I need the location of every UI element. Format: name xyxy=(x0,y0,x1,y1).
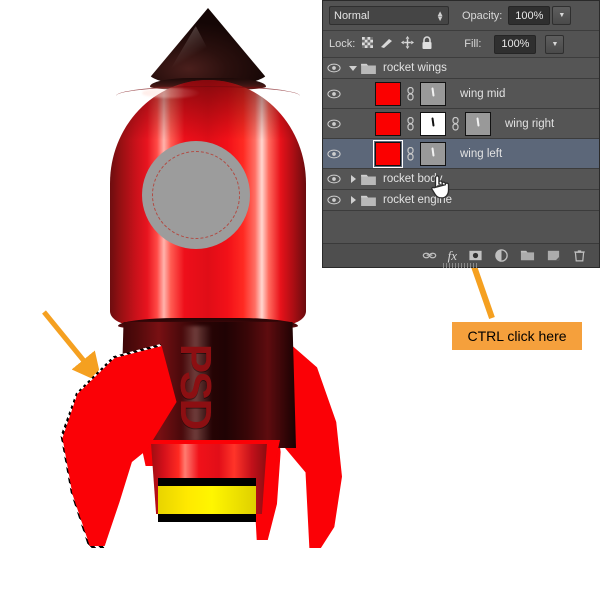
layer-row-wing-mid[interactable]: wing mid xyxy=(323,79,599,109)
lock-all-icon[interactable] xyxy=(421,36,433,53)
layer-row-rocket-body[interactable]: rocket body xyxy=(323,169,599,190)
layer-name-rocket-wings: rocket wings xyxy=(383,62,447,74)
link-mask-icon[interactable] xyxy=(450,117,461,131)
delete-layer-icon[interactable] xyxy=(572,248,587,263)
callout-text: CTRL click here xyxy=(467,328,566,344)
eye-icon xyxy=(327,63,341,73)
opacity-label: Opacity: xyxy=(462,10,502,22)
layer-mask-thumbnail-wing-left[interactable] xyxy=(420,142,446,166)
vector-mask-thumbnail-wing-right[interactable] xyxy=(420,112,446,136)
layer-style-fx-icon[interactable]: fx xyxy=(448,248,457,264)
visibility-toggle-rocket-wings[interactable] xyxy=(323,63,345,73)
eye-icon xyxy=(327,195,341,205)
layer-thumbnail-wing-right[interactable] xyxy=(375,112,401,136)
adjustment-layer-icon[interactable] xyxy=(494,248,509,263)
lock-label: Lock: xyxy=(329,38,355,50)
rocket-nose-cone xyxy=(148,8,268,86)
layer-mask-thumbnail-wing-mid[interactable] xyxy=(420,82,446,106)
blend-opacity-row: Normal ▲▼ Opacity: 100% ▼ xyxy=(323,1,599,31)
group-expand-toggle-rocket-body[interactable] xyxy=(345,175,361,183)
link-mask-icon[interactable] xyxy=(405,117,416,131)
visibility-toggle-wing-mid[interactable] xyxy=(323,89,345,99)
eye-icon xyxy=(327,149,341,159)
folder-icon xyxy=(361,173,376,185)
mask-shape-glyph xyxy=(431,118,434,127)
brush-pixels-icon[interactable] xyxy=(380,37,394,52)
layer-row-rocket-engine[interactable]: rocket engine xyxy=(323,190,599,211)
layer-row-rocket-wings[interactable]: rocket wings xyxy=(323,58,599,79)
layer-mask-icon[interactable] xyxy=(468,248,483,263)
layer-name-wing-left: wing left xyxy=(460,148,502,160)
layer-name-wing-mid: wing mid xyxy=(460,88,505,100)
folder-icon xyxy=(361,62,376,74)
fill-input[interactable]: 100% xyxy=(494,35,536,54)
layers-panel[interactable]: Normal ▲▼ Opacity: 100% ▼ Lock: xyxy=(322,0,600,268)
layer-thumbnail-wing-mid[interactable] xyxy=(375,82,401,106)
opacity-dropdown-icon[interactable]: ▼ xyxy=(552,6,571,25)
chevron-down-icon xyxy=(349,66,357,71)
layer-thumbnail-wing-left[interactable] xyxy=(375,142,401,166)
mouse-cursor-hand xyxy=(428,172,452,200)
blend-mode-select[interactable]: Normal ▲▼ xyxy=(329,6,449,25)
mask-shape-glyph xyxy=(476,118,479,127)
screenshot-root: PSD CTRL click here Normal ▲▼ Opacity: 1… xyxy=(0,0,600,600)
layers-panel-footer: fx xyxy=(323,243,599,267)
group-expand-toggle-rocket-wings[interactable] xyxy=(345,66,361,71)
layer-thumbnails-wing-right[interactable] xyxy=(375,112,491,136)
visibility-toggle-rocket-body[interactable] xyxy=(323,174,345,184)
blend-mode-value: Normal xyxy=(334,10,369,22)
layer-name-wing-right: wing right xyxy=(505,118,554,130)
layer-row-wing-left[interactable]: wing left xyxy=(323,139,599,169)
rocket-body-specular xyxy=(142,88,200,98)
new-layer-icon[interactable] xyxy=(546,248,561,263)
new-group-icon[interactable] xyxy=(520,248,535,263)
engine-stripe-yellow xyxy=(158,486,256,514)
folder-icon xyxy=(361,194,376,206)
canvas-rocket-artwork[interactable]: PSD xyxy=(0,0,340,600)
move-position-icon[interactable] xyxy=(401,36,414,52)
fill-label: Fill: xyxy=(464,38,481,50)
visibility-toggle-rocket-engine[interactable] xyxy=(323,195,345,205)
callout-ctrl-click: CTRL click here xyxy=(452,322,582,350)
mask-shape-glyph xyxy=(431,88,434,97)
rocket-porthole-inner-ring xyxy=(152,151,240,239)
mask-shape-glyph xyxy=(431,148,434,157)
link-mask-icon[interactable] xyxy=(405,147,416,161)
opacity-input[interactable]: 100% xyxy=(508,6,550,25)
eye-icon xyxy=(327,89,341,99)
layer-thumbnails-wing-mid[interactable] xyxy=(375,82,446,106)
eye-icon xyxy=(327,119,341,129)
lock-fill-row: Lock: Fill: 100% ▼ xyxy=(323,31,599,58)
visibility-toggle-wing-left[interactable] xyxy=(323,149,345,159)
link-layers-icon[interactable] xyxy=(422,248,437,263)
engine-stripe-top xyxy=(158,478,256,486)
layer-mask-thumbnail-wing-right[interactable] xyxy=(465,112,491,136)
layer-row-wing-right[interactable]: wing right xyxy=(323,109,599,139)
chevron-updown-icon: ▲▼ xyxy=(436,11,444,21)
visibility-toggle-wing-right[interactable] xyxy=(323,119,345,129)
engine-stripe-bottom xyxy=(158,514,256,522)
group-expand-toggle-rocket-engine[interactable] xyxy=(345,196,361,204)
panel-resize-grip[interactable] xyxy=(443,263,479,268)
eye-icon xyxy=(327,174,341,184)
chevron-right-icon xyxy=(351,196,356,204)
checkerboard-transparency-icon[interactable] xyxy=(362,37,373,51)
link-mask-icon[interactable] xyxy=(405,87,416,101)
fill-dropdown-icon[interactable]: ▼ xyxy=(545,35,564,54)
layer-thumbnails-wing-left[interactable] xyxy=(375,142,446,166)
chevron-right-icon xyxy=(351,175,356,183)
